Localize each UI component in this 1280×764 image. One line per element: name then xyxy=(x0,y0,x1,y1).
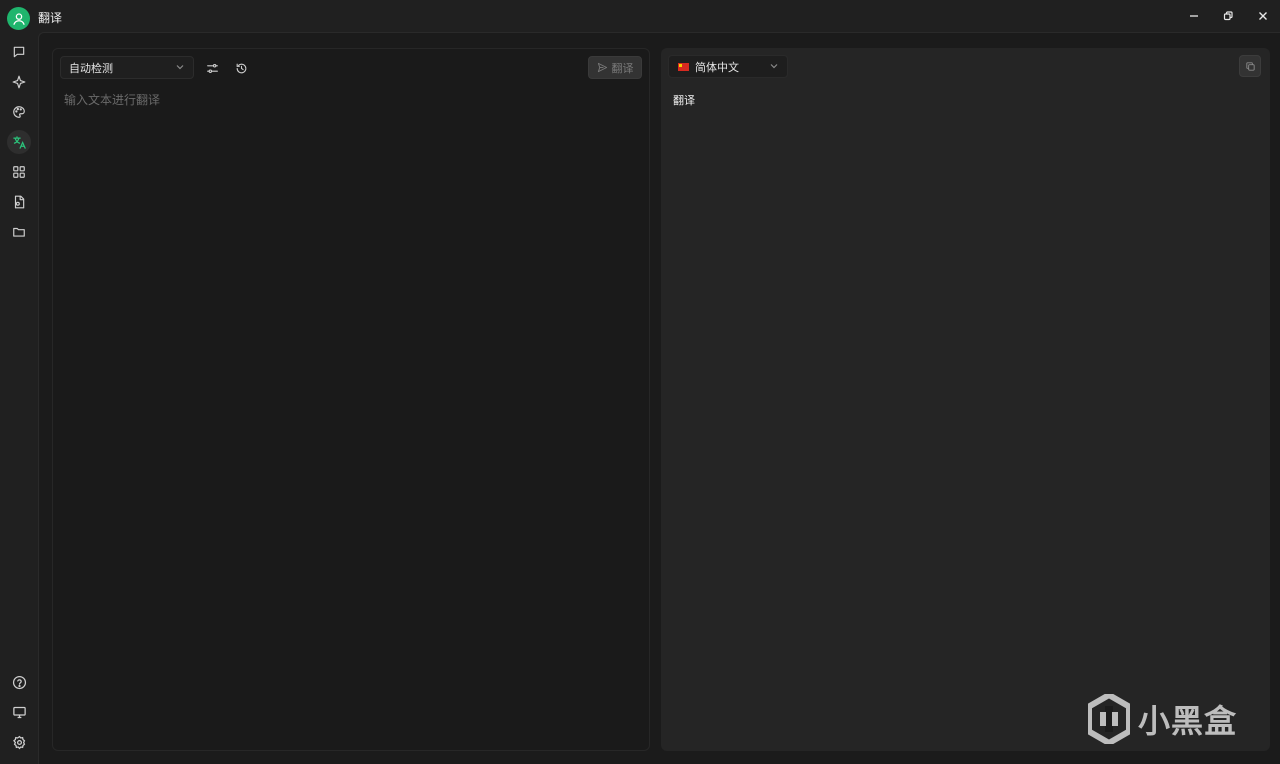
sidebar-item-apps[interactable] xyxy=(7,160,31,184)
sidebar-item-settings[interactable] xyxy=(7,730,31,754)
folder-icon xyxy=(13,227,25,237)
heybox-logo-icon xyxy=(1088,694,1130,744)
gear-icon xyxy=(12,735,25,749)
sidebar-item-translate[interactable] xyxy=(7,130,31,154)
chat-bubble-icon xyxy=(13,46,25,58)
file-icon xyxy=(14,195,25,209)
sliders-icon xyxy=(206,63,218,73)
translate-icon xyxy=(12,135,26,149)
chevron-down-icon xyxy=(770,64,778,69)
palette-icon xyxy=(13,106,25,118)
user-avatar[interactable] xyxy=(7,7,30,30)
translate-button-label: 翻译 xyxy=(611,61,634,75)
translate-button[interactable]: 翻译 xyxy=(588,56,642,79)
help-icon xyxy=(12,675,26,689)
history-button[interactable] xyxy=(231,58,251,78)
watermark-text: 小黑盒 xyxy=(1138,702,1238,740)
sidebar-item-folder[interactable] xyxy=(7,220,31,244)
chevron-down-icon xyxy=(176,65,184,70)
history-icon xyxy=(236,63,246,73)
sidebar-item-chat[interactable] xyxy=(7,40,31,64)
target-panel: 简体中文 翻译 xyxy=(661,48,1270,751)
window-title: 翻译 xyxy=(38,11,63,25)
sidebar xyxy=(0,32,38,764)
copy-button[interactable] xyxy=(1239,55,1261,77)
target-language-select[interactable]: 简体中文 xyxy=(668,55,788,78)
sidebar-item-files[interactable] xyxy=(7,190,31,214)
target-language-label: 简体中文 xyxy=(695,60,739,74)
china-flag-icon xyxy=(678,62,689,71)
translation-output: 翻译 xyxy=(673,94,695,107)
minimize-icon xyxy=(1190,15,1198,17)
close-icon xyxy=(1259,12,1267,20)
send-icon xyxy=(597,62,607,73)
grid-icon xyxy=(13,166,25,178)
user-icon xyxy=(12,12,25,25)
title-bar: 翻译 xyxy=(0,0,1280,32)
close-button[interactable] xyxy=(1251,5,1275,27)
source-language-label: 自动检测 xyxy=(69,61,113,75)
restore-button[interactable] xyxy=(1216,5,1240,27)
sidebar-item-help[interactable] xyxy=(7,670,31,694)
source-text-input[interactable] xyxy=(64,91,640,731)
watermark: 小黑盒 xyxy=(1088,694,1237,744)
sidebar-item-assistant[interactable] xyxy=(7,70,31,94)
source-language-select[interactable]: 自动检测 xyxy=(60,56,194,79)
sidebar-item-paint[interactable] xyxy=(7,100,31,124)
source-panel: 自动检测 翻译 xyxy=(52,48,650,751)
copy-icon xyxy=(1245,61,1255,71)
monitor-icon xyxy=(12,706,26,718)
restore-icon xyxy=(1223,11,1233,21)
sidebar-item-display[interactable] xyxy=(7,700,31,724)
minimize-button[interactable] xyxy=(1182,5,1206,27)
main-content: 自动检测 翻译 简体中文 xyxy=(38,32,1280,764)
settings-toggle-button[interactable] xyxy=(202,58,222,78)
sparkle-icon xyxy=(12,75,26,89)
